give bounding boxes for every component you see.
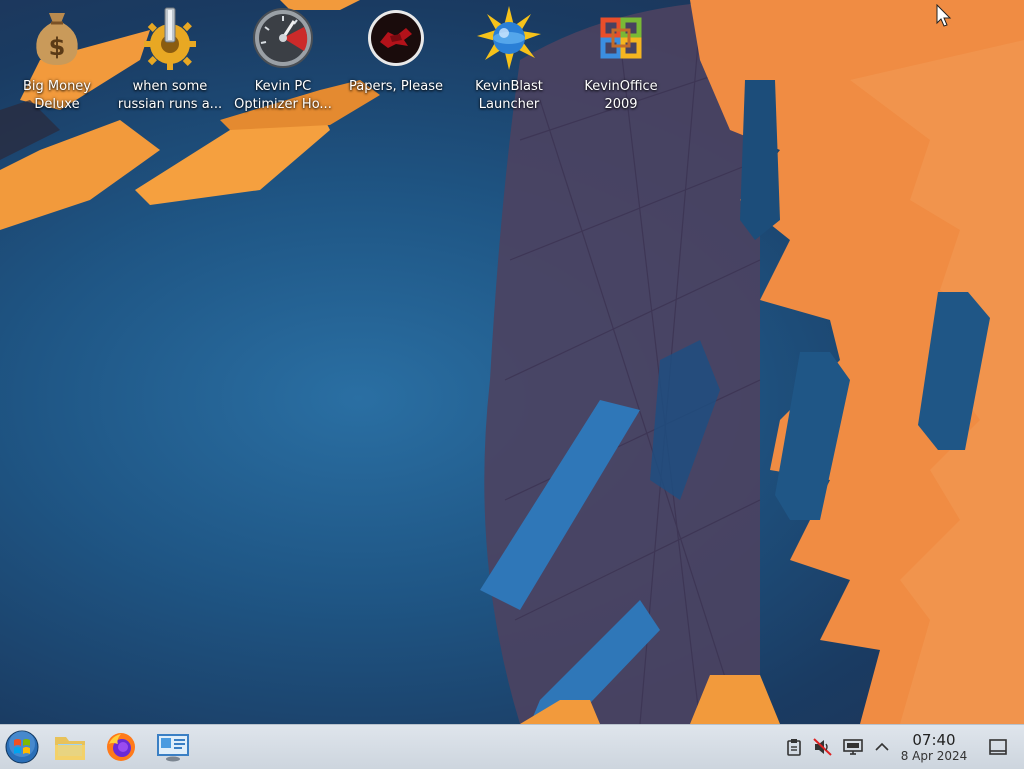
speedometer-icon xyxy=(251,6,315,70)
desktop-icon-label: KevinOffice 2009 xyxy=(584,79,658,112)
clipboard-tray-button[interactable] xyxy=(784,737,804,757)
file-manager-icon xyxy=(55,737,85,760)
gear-icon xyxy=(138,6,202,70)
mouse-cursor-icon xyxy=(936,4,952,27)
firefox-button[interactable] xyxy=(103,729,139,765)
volume-muted-icon xyxy=(813,738,832,756)
clipboard-icon xyxy=(787,739,801,756)
papers-please-icon xyxy=(364,6,428,70)
clock-time: 07:40 xyxy=(912,731,956,749)
desktop-icon-russian-runs[interactable]: when some russian runs a... xyxy=(115,6,225,116)
desktop-icon-label: Kevin PC Optimizer Ho... xyxy=(234,79,332,112)
desktop-icon-label: when some russian runs a... xyxy=(117,79,223,112)
file-manager-button[interactable] xyxy=(52,729,88,765)
kevinblast-icon xyxy=(477,6,541,70)
remote-desktop-icon xyxy=(157,734,189,762)
show-desktop-icon xyxy=(989,739,1007,755)
desktop-icon-label: Big Money Deluxe xyxy=(22,79,91,112)
desktop-icon-big-money-deluxe[interactable]: $ Big Money Deluxe xyxy=(2,6,112,116)
show-hidden-icons-button[interactable] xyxy=(872,737,892,757)
show-desktop-button[interactable] xyxy=(988,737,1008,757)
taskbar: 07:40 8 Apr 2024 xyxy=(0,724,1024,769)
desktop[interactable]: $ Big Money Deluxe when some russian run… xyxy=(0,0,1024,724)
desktop-icon-label: Papers, Please xyxy=(348,79,444,94)
display-tray-button[interactable] xyxy=(843,737,863,757)
desktop-icon-kevin-pc-optimizer[interactable]: Kevin PC Optimizer Ho... xyxy=(228,6,338,116)
chevron-up-icon xyxy=(875,742,889,751)
start-menu-icon xyxy=(5,730,39,764)
desktop-icon-kevinoffice-2009[interactable]: KevinOffice 2009 xyxy=(566,6,676,116)
svg-text:$: $ xyxy=(49,33,66,61)
desktop-icon-papers-please[interactable]: Papers, Please xyxy=(341,6,451,116)
firefox-icon xyxy=(107,733,135,761)
desktop-icon-label: KevinBlast Launcher xyxy=(475,79,543,112)
display-icon xyxy=(843,739,863,755)
desktop-icon-kevinblast-launcher[interactable]: KevinBlast Launcher xyxy=(454,6,564,116)
remote-desktop-button[interactable] xyxy=(155,729,191,765)
start-menu-button[interactable] xyxy=(4,729,40,765)
clock-date: 8 Apr 2024 xyxy=(900,749,968,763)
volume-tray-button[interactable] xyxy=(813,737,833,757)
office-logo-icon xyxy=(589,6,653,70)
money-bag-icon: $ xyxy=(25,6,89,70)
